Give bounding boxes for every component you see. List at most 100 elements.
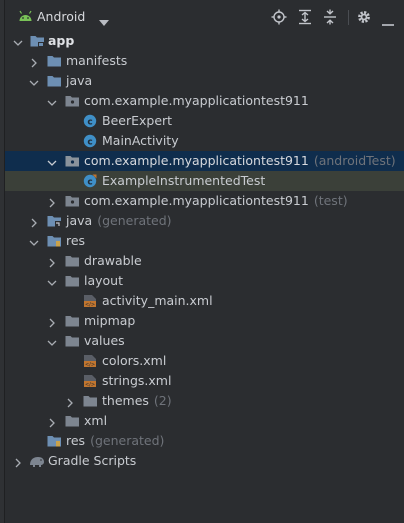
tree-item-label: mipmap bbox=[84, 313, 136, 328]
tree-item-res-generated[interactable]: res (generated) bbox=[5, 431, 404, 451]
tree-item-exampleinstrumentedtest[interactable]: c ExampleInstrumentedTest bbox=[5, 171, 404, 191]
svg-text:</>: </> bbox=[85, 382, 95, 388]
tree-item-mainactivity[interactable]: c MainActivity bbox=[5, 131, 404, 151]
tree-item-name: com.example.myapplicationtest911 bbox=[84, 193, 309, 208]
chevron-right-icon[interactable] bbox=[65, 396, 75, 408]
tree-item-layout[interactable]: layout bbox=[5, 271, 404, 291]
tree-item-app[interactable]: app bbox=[5, 31, 404, 51]
tree-item-name: java bbox=[66, 213, 93, 228]
tree-item-colors-xml[interactable]: </> colors.xml bbox=[5, 351, 404, 371]
chevron-down-icon[interactable] bbox=[47, 336, 57, 346]
tree-item-themes[interactable]: themes (2) bbox=[5, 391, 404, 411]
tree-item-package-androidtest[interactable]: com.example.myapplicationtest911 (android… bbox=[5, 151, 404, 171]
svg-text:c: c bbox=[87, 117, 92, 127]
tree-item-values[interactable]: values bbox=[5, 331, 404, 351]
chevron-right-icon[interactable] bbox=[47, 196, 57, 208]
project-view-selector[interactable]: Android bbox=[37, 9, 85, 24]
tree-item-label: MainActivity bbox=[102, 133, 179, 148]
tree-item-mipmap[interactable]: mipmap bbox=[5, 311, 404, 331]
xml-file-icon: </> bbox=[83, 354, 97, 368]
tree-item-label: activity_main.xml bbox=[102, 293, 213, 308]
chevron-right-icon[interactable] bbox=[47, 256, 57, 268]
tree-item-suffix: (generated) bbox=[90, 433, 165, 448]
tree-item-suffix: (test) bbox=[313, 193, 348, 208]
chevron-down-icon[interactable] bbox=[13, 36, 23, 46]
tree-item-gradle-scripts[interactable]: Gradle Scripts bbox=[5, 451, 404, 471]
java-class-icon: c bbox=[83, 114, 97, 128]
tree-item-name: themes bbox=[102, 393, 149, 408]
tree-item-label: com.example.myapplicationtest911 (android… bbox=[84, 153, 396, 168]
tree-item-label: com.example.myapplicationtest911 (test) bbox=[84, 193, 348, 208]
test-class-icon: c bbox=[83, 174, 97, 188]
folder-icon bbox=[65, 334, 80, 348]
tree-item-java[interactable]: java bbox=[5, 71, 404, 91]
tree-item-java-generated[interactable]: java (generated) bbox=[5, 211, 404, 231]
tree-item-label: Gradle Scripts bbox=[48, 453, 137, 468]
tree-item-label: layout bbox=[84, 273, 124, 288]
tree-item-label: colors.xml bbox=[102, 353, 167, 368]
project-toolbar: Android bbox=[5, 0, 404, 34]
chevron-down-icon[interactable] bbox=[29, 76, 39, 86]
tree-item-label: com.example.myapplicationtest911 bbox=[84, 93, 309, 108]
chevron-down-icon[interactable] bbox=[29, 236, 39, 246]
tree-item-label: res bbox=[66, 233, 86, 248]
tree-item-label: drawable bbox=[84, 253, 142, 268]
svg-text:c: c bbox=[87, 137, 92, 147]
tree-item-label: java bbox=[66, 73, 93, 88]
tree-item-label: java (generated) bbox=[66, 213, 172, 228]
folder-icon bbox=[65, 254, 80, 268]
tree-item-package[interactable]: com.example.myapplicationtest911 bbox=[5, 91, 404, 111]
tree-item-manifests[interactable]: manifests bbox=[5, 51, 404, 71]
locate-target-icon[interactable] bbox=[271, 9, 287, 25]
toolbar-divider bbox=[348, 10, 349, 25]
java-class-icon: c bbox=[83, 134, 97, 148]
chevron-right-icon[interactable] bbox=[29, 216, 39, 228]
svg-text:</>: </> bbox=[85, 362, 95, 368]
minimize-icon[interactable] bbox=[382, 15, 398, 31]
chevron-right-icon[interactable] bbox=[29, 56, 39, 68]
chevron-right-icon[interactable] bbox=[47, 316, 57, 328]
android-icon bbox=[18, 10, 33, 25]
tree-item-label: manifests bbox=[66, 53, 128, 68]
chevron-right-icon[interactable] bbox=[47, 416, 57, 428]
chevron-down-icon[interactable] bbox=[47, 96, 57, 106]
tree-item-label: strings.xml bbox=[102, 373, 172, 388]
folder-icon bbox=[47, 54, 62, 68]
tree-item-beerexpert[interactable]: c BeerExpert bbox=[5, 111, 404, 131]
tree-item-suffix: (androidTest) bbox=[313, 153, 396, 168]
gear-icon[interactable] bbox=[356, 9, 372, 25]
expand-all-icon[interactable] bbox=[297, 9, 313, 25]
tree-item-strings-xml[interactable]: </> strings.xml bbox=[5, 371, 404, 391]
folder-icon bbox=[65, 314, 80, 328]
tree-item-name: res bbox=[66, 433, 86, 448]
tree-item-activity-main-xml[interactable]: </> activity_main.xml bbox=[5, 291, 404, 311]
chevron-right-icon[interactable] bbox=[13, 456, 23, 468]
tree-item-label: xml bbox=[84, 413, 108, 428]
tree-item-name: com.example.myapplicationtest911 bbox=[84, 153, 309, 168]
generated-folder-icon bbox=[47, 214, 62, 228]
tree-item-drawable[interactable]: drawable bbox=[5, 251, 404, 271]
svg-text:c: c bbox=[87, 177, 92, 187]
xml-file-icon: </> bbox=[83, 374, 97, 388]
resource-folder-icon bbox=[47, 234, 62, 248]
package-folder-icon bbox=[65, 194, 80, 208]
module-folder-icon bbox=[30, 34, 45, 48]
package-folder-icon bbox=[65, 94, 80, 108]
tree-item-suffix: (2) bbox=[153, 393, 172, 408]
tree-item-xml[interactable]: xml bbox=[5, 411, 404, 431]
xml-file-icon: </> bbox=[83, 294, 97, 308]
tree-item-label: ExampleInstrumentedTest bbox=[102, 173, 266, 188]
collapse-all-icon[interactable] bbox=[322, 9, 338, 25]
resource-folder-icon bbox=[47, 434, 62, 448]
chevron-down-icon[interactable] bbox=[47, 156, 57, 166]
chevron-down-icon[interactable] bbox=[47, 276, 57, 286]
tree-item-package-test[interactable]: com.example.myapplicationtest911 (test) bbox=[5, 191, 404, 211]
chevron-down-icon[interactable] bbox=[99, 14, 109, 29]
package-folder-icon bbox=[65, 154, 80, 168]
tree-item-res[interactable]: res bbox=[5, 231, 404, 251]
folder-icon bbox=[83, 394, 98, 408]
tree-item-label: app bbox=[48, 33, 75, 48]
tree-item-label: res (generated) bbox=[66, 433, 164, 448]
gradle-elephant-icon bbox=[29, 454, 45, 468]
folder-icon bbox=[65, 414, 80, 428]
